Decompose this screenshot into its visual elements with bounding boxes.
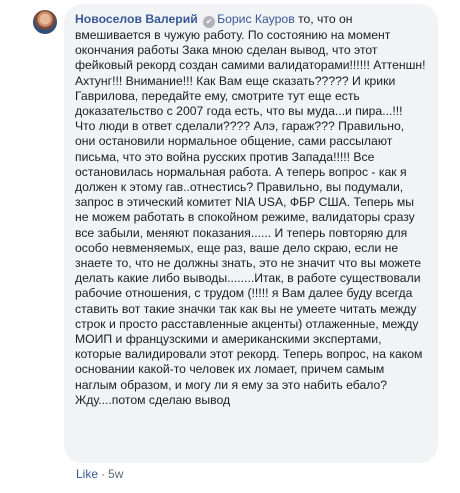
comment-text: то, что он вмешивается в чужую работу. П… bbox=[75, 12, 426, 407]
timestamp[interactable]: 5w bbox=[108, 467, 123, 481]
comment-body: Новоселов Валерий ✔ Борис Кауров то, что … bbox=[75, 12, 426, 408]
comment-root: Новоселов Валерий ✔ Борис Кауров то, что … bbox=[0, 0, 460, 493]
separator: · bbox=[101, 467, 106, 481]
mention-link[interactable]: Борис Кауров bbox=[217, 12, 295, 26]
comment-bubble: Новоселов Валерий ✔ Борис Кауров то, что … bbox=[64, 4, 438, 463]
author-name[interactable]: Новоселов Валерий bbox=[75, 12, 198, 26]
like-button[interactable]: Like bbox=[76, 467, 98, 481]
comment-actions: Like · 5w bbox=[76, 467, 123, 481]
avatar[interactable] bbox=[33, 10, 57, 34]
verified-icon: ✔ bbox=[203, 16, 216, 28]
